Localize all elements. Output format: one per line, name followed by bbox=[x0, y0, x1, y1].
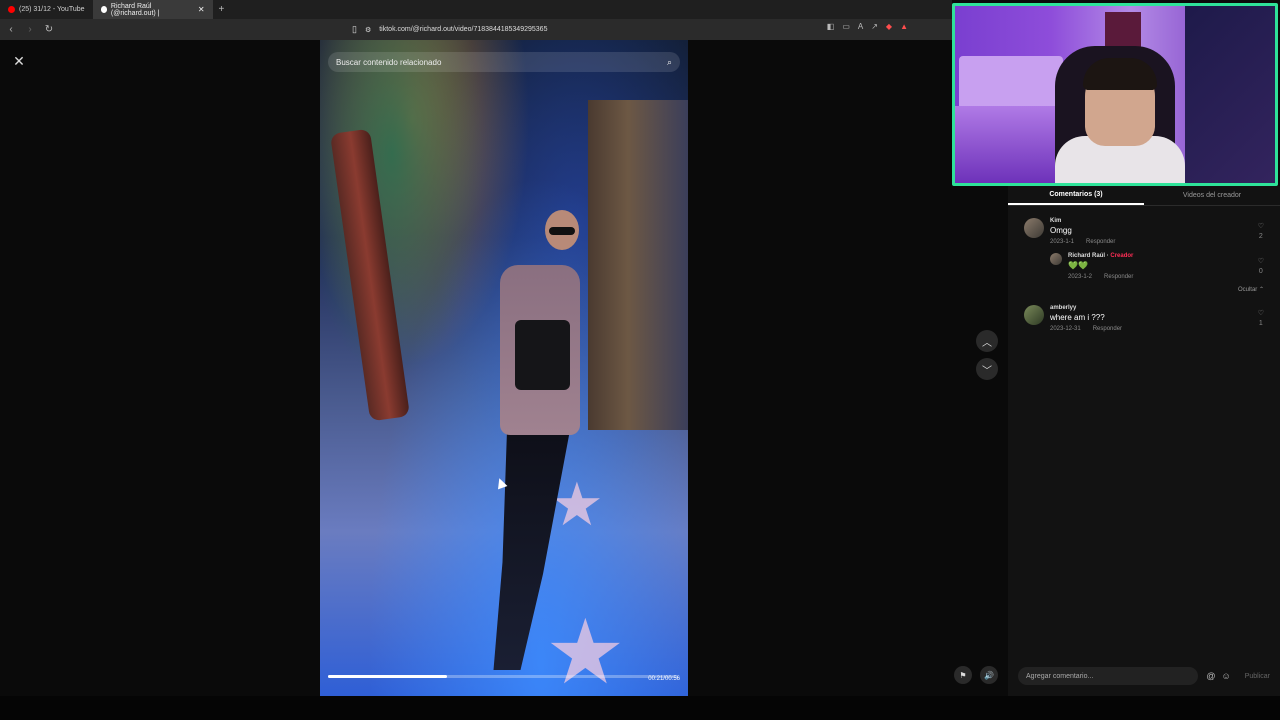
reply-text: 💚💚 bbox=[1068, 261, 1088, 270]
comments-tabs: Comentarios (3) Videos del creador bbox=[1008, 186, 1280, 206]
tab-creator-videos[interactable]: Videos del creador bbox=[1144, 186, 1280, 205]
video-player[interactable]: ★ ★ Buscar contenido relacionado ⌕ 00:21… bbox=[320, 40, 688, 696]
reply-button[interactable]: Responder bbox=[1086, 239, 1115, 245]
tab-youtube[interactable]: (25) 31/12 - YouTube bbox=[0, 0, 93, 19]
comment-input-placeholder: Agregar comentario... bbox=[1026, 672, 1094, 680]
share-icon[interactable]: ↗ bbox=[871, 22, 878, 31]
brave-rewards-icon[interactable]: ▲ bbox=[900, 22, 908, 31]
video-person bbox=[470, 210, 580, 680]
reply-like[interactable]: ♡ 0 bbox=[1258, 257, 1264, 277]
bookmark-icon[interactable]: ▯ bbox=[352, 24, 357, 35]
tiktok-video-page: ✕ ★ ★ Buscar contenido relacionado ⌕ 00:… bbox=[0, 40, 1008, 696]
tab-label: Richard Raúl (@richard.out) | bbox=[110, 2, 160, 17]
like-count: 1 bbox=[1258, 320, 1263, 327]
comment-date: 2023-1-1 bbox=[1050, 239, 1075, 245]
comment-date: 2023-12-31 bbox=[1050, 326, 1081, 332]
video-timecode: 00:21/00:56 bbox=[648, 676, 680, 682]
comment-username[interactable]: amberlyy bbox=[1050, 305, 1280, 311]
like-count: 0 bbox=[1258, 268, 1263, 275]
webcam-overlay bbox=[952, 3, 1278, 186]
tiktok-icon bbox=[100, 6, 107, 13]
add-comment-bar: Agregar comentario... @ ☺ Publicar bbox=[1008, 664, 1280, 688]
heart-icon[interactable]: ♡ bbox=[1258, 222, 1264, 232]
player-controls: ⚑ 🔊 bbox=[954, 666, 998, 684]
heart-icon[interactable]: ♡ bbox=[1258, 309, 1264, 319]
comments-panel: Comentarios (3) Videos del creador Kim O… bbox=[1008, 186, 1280, 696]
next-video-button[interactable]: ﹀ bbox=[976, 358, 998, 380]
previous-video-button[interactable]: ︿ bbox=[976, 330, 998, 352]
close-icon[interactable]: ✕ bbox=[10, 52, 28, 70]
avatar[interactable] bbox=[1024, 218, 1044, 238]
video-progress-fill bbox=[328, 675, 447, 678]
reply-date: 2023-1-2 bbox=[1068, 274, 1093, 280]
publish-button[interactable]: Publicar bbox=[1245, 673, 1270, 680]
video-navigation: ︿ ﹀ bbox=[976, 330, 1000, 386]
browser-toolbar: ‹ › ↻ ▯ ⚙ tiktok.com/@richard.out/video/… bbox=[0, 19, 952, 40]
comment-like[interactable]: ♡ 1 bbox=[1258, 309, 1264, 329]
reply-button[interactable]: Responder bbox=[1093, 326, 1122, 332]
report-icon[interactable]: ⚑ bbox=[954, 666, 972, 684]
reload-icon[interactable]: ↻ bbox=[41, 22, 57, 38]
url-text: tiktok.com/@richard.out/video/7183844185… bbox=[379, 26, 548, 33]
comment-item: amberlyy where am i ??? 2023-12-31 Respo… bbox=[1008, 305, 1280, 332]
avatar[interactable] bbox=[1050, 253, 1062, 265]
tab-comments[interactable]: Comentarios (3) bbox=[1008, 186, 1144, 205]
extension-icon[interactable]: ▭ bbox=[842, 22, 850, 31]
heart-icon[interactable]: ♡ bbox=[1258, 257, 1264, 267]
comment-text: Omgg bbox=[1050, 226, 1072, 235]
related-search-input[interactable]: Buscar contenido relacionado ⌕ bbox=[328, 52, 680, 72]
video-frame-building bbox=[588, 100, 688, 430]
video-progress-bar[interactable] bbox=[328, 675, 678, 678]
mention-icon[interactable]: @ bbox=[1206, 671, 1215, 681]
related-search-placeholder: Buscar contenido relacionado bbox=[336, 57, 442, 67]
bottom-bar bbox=[0, 696, 1280, 720]
comment-like[interactable]: ♡ 2 bbox=[1258, 222, 1264, 242]
translate-icon[interactable]: A bbox=[858, 22, 863, 31]
emoji-icon[interactable]: ☺ bbox=[1222, 671, 1231, 681]
new-tab-button[interactable]: + bbox=[213, 4, 231, 15]
comment-username[interactable]: Kim bbox=[1050, 218, 1280, 224]
comment-input[interactable]: Agregar comentario... bbox=[1018, 667, 1199, 685]
like-count: 2 bbox=[1258, 233, 1263, 240]
creator-badge: Creador bbox=[1110, 253, 1134, 259]
tab-label: (25) 31/12 - YouTube bbox=[19, 6, 85, 13]
tab-tiktok[interactable]: Richard Raúl (@richard.out) | ✕ bbox=[92, 0, 213, 19]
reply-username[interactable]: Richard Raúl bbox=[1068, 253, 1105, 259]
browser-tabstrip: (25) 31/12 - YouTube Richard Raúl (@rich… bbox=[0, 0, 952, 19]
hide-replies-button[interactable]: Ocultar bbox=[1238, 287, 1257, 293]
comment-item: Kim Omgg 2023-1-1 Responder ♡ 2 Richard … bbox=[1008, 218, 1280, 293]
volume-icon[interactable]: 🔊 bbox=[980, 666, 998, 684]
avatar[interactable] bbox=[1024, 305, 1044, 325]
extension-icon[interactable]: ◧ bbox=[827, 22, 835, 31]
extension-icons: ◧ ▭ A ↗ ◆ ▲ bbox=[827, 22, 908, 31]
youtube-icon bbox=[8, 6, 15, 13]
close-tab-icon[interactable]: ✕ bbox=[198, 5, 205, 14]
chevron-up-icon[interactable]: ⌃ bbox=[1259, 287, 1264, 293]
brave-shield-icon[interactable]: ◆ bbox=[886, 22, 892, 31]
site-info-icon[interactable]: ⚙ bbox=[365, 26, 371, 34]
forward-icon[interactable]: › bbox=[22, 22, 38, 38]
comment-text: where am i ??? bbox=[1050, 313, 1105, 322]
back-icon[interactable]: ‹ bbox=[3, 22, 19, 38]
search-icon[interactable]: ⌕ bbox=[667, 57, 672, 68]
reply-item: Richard Raúl · Creador 💚💚 2023-1-2 Respo… bbox=[1050, 253, 1280, 280]
reply-button[interactable]: Responder bbox=[1104, 274, 1133, 280]
